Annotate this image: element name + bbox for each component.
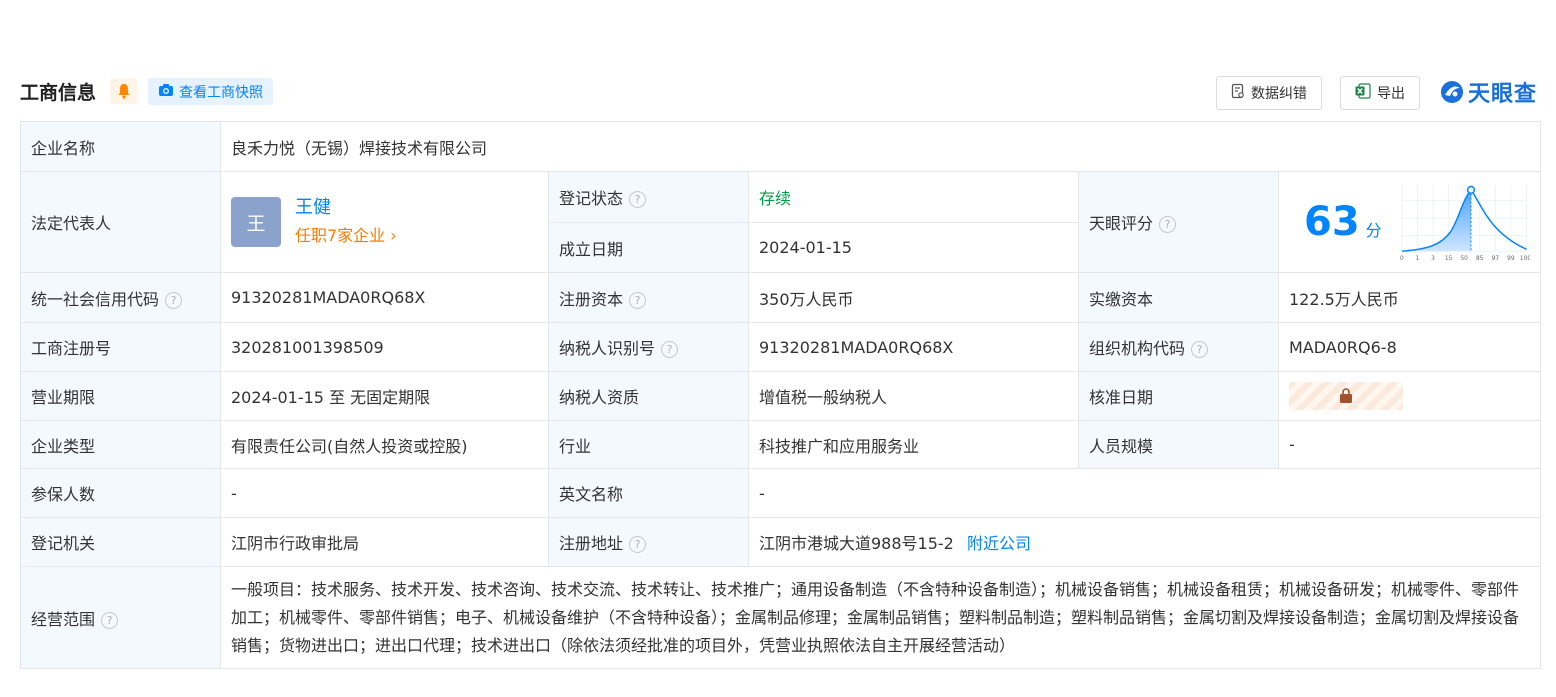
term-value: 2024-01-15 至 无固定期限 — [220, 371, 549, 421]
credit-code-label: 统一社会信用代码? — [20, 272, 221, 323]
help-icon[interactable]: ? — [629, 536, 647, 553]
avatar: 王 — [231, 197, 281, 247]
section-title: 工商信息 — [20, 82, 97, 104]
biz-scope-value: 一般项目：技术服务、技术开发、技术咨询、技术交流、技术转让、技术推广；通用设备制… — [219, 566, 1542, 669]
chart-tick: 3 — [1431, 256, 1435, 262]
taxpayer-qual-value: 增值税一般纳税人 — [748, 371, 1079, 421]
company-name-value: 良禾力悦（无锡）焊接技术有限公司 — [219, 121, 1542, 172]
table-row: 参保人数 - 英文名称 - — [20, 468, 1542, 518]
english-name-label: 英文名称 — [548, 468, 749, 518]
lock-icon — [1340, 388, 1352, 403]
business-info-table: 企业名称 良禾力悦（无锡）焊接技术有限公司 法定代表人 王 王健 任职7家企业 … — [20, 121, 1542, 669]
insured-value: - — [220, 468, 549, 518]
legal-rep-positions-link[interactable]: 任职7家企业 › — [295, 222, 397, 250]
company-type-value: 有限责任公司(自然人投资或控股) — [220, 420, 549, 469]
chart-tick: 99 — [1507, 256, 1515, 262]
credit-code-value: 91320281MADA0RQ68X — [220, 272, 549, 323]
logo-text: 天眼查 — [1468, 82, 1538, 107]
org-code-label: 组织机构代码? — [1078, 322, 1279, 372]
chart-tick: 97 — [1491, 256, 1499, 262]
section-header: 工商信息 查看工商快照 数据纠错 导出 天眼查 — [20, 76, 1540, 110]
data-correction-label: 数据纠错 — [1251, 86, 1307, 102]
table-row: 法定代表人 王 王健 任职7家企业 › 登记状态? 存续 天眼评分? 63 分 — [20, 171, 1542, 273]
legal-rep-cell: 王 王健 任职7家企业 › — [220, 171, 549, 273]
reg-address-label: 注册地址? — [548, 517, 749, 567]
help-icon[interactable]: ? — [661, 341, 679, 358]
help-icon[interactable]: ? — [101, 611, 119, 629]
biz-scope-label: 经营范围? — [20, 566, 221, 669]
bell-icon[interactable] — [110, 78, 137, 104]
approval-date-cell — [1277, 371, 1542, 421]
company-type-label: 企业类型 — [20, 420, 221, 469]
biz-reg-no-label: 工商注册号 — [20, 322, 221, 372]
chart-tick: 85 — [1476, 256, 1484, 262]
excel-icon — [1355, 83, 1371, 103]
table-row: 经营范围? 一般项目：技术服务、技术开发、技术咨询、技术交流、技术转让、技术推广… — [20, 566, 1542, 669]
logo-icon — [1441, 81, 1463, 103]
help-icon[interactable]: ? — [629, 291, 647, 309]
help-icon[interactable]: ? — [1191, 341, 1209, 358]
help-icon[interactable]: ? — [165, 291, 183, 309]
score-marker — [1466, 185, 1475, 195]
export-label: 导出 — [1377, 86, 1405, 102]
paid-capital-value: 122.5万人民币 — [1277, 272, 1542, 323]
founded-label: 成立日期 — [548, 222, 749, 273]
industry-label: 行业 — [548, 420, 749, 469]
founded-value: 2024-01-15 — [748, 222, 1079, 273]
table-row: 登记机关 江阴市行政审批局 注册地址? 江阴市港城大道988号15-2 附近公司 — [20, 517, 1542, 567]
view-snapshot-button[interactable]: 查看工商快照 — [148, 78, 273, 105]
view-snapshot-label: 查看工商快照 — [179, 84, 263, 101]
table-row: 企业类型 有限责任公司(自然人投资或控股) 行业 科技推广和应用服务业 人员规模… — [20, 420, 1542, 469]
paid-capital-label: 实缴资本 — [1078, 272, 1279, 323]
reg-authority-value: 江阴市行政审批局 — [220, 517, 549, 567]
table-row: 营业期限 2024-01-15 至 无固定期限 纳税人资质 增值税一般纳税人 核… — [20, 371, 1542, 421]
table-row: 企业名称 良禾力悦（无锡）焊接技术有限公司 — [20, 121, 1542, 172]
data-correction-button[interactable]: 数据纠错 — [1216, 76, 1322, 110]
staff-size-value: - — [1277, 420, 1542, 469]
score-label: 天眼评分? — [1078, 171, 1279, 273]
chart-tick: 50 — [1460, 256, 1468, 262]
biz-reg-no-value: 320281001398509 — [220, 322, 549, 372]
reg-authority-label: 登记机关 — [20, 517, 221, 567]
help-icon[interactable]: ? — [1159, 216, 1177, 233]
chart-tick: 0 — [1400, 256, 1404, 262]
reg-address-value: 江阴市港城大道988号15-2 — [759, 534, 954, 553]
table-row: 统一社会信用代码? 91320281MADA0RQ68X 注册资本? 350万人… — [20, 272, 1542, 323]
chart-tick: 100 — [1520, 256, 1530, 262]
org-code-value: MADA0RQ6-8 — [1277, 322, 1542, 372]
locked-value[interactable] — [1289, 382, 1403, 410]
industry-value: 科技推广和应用服务业 — [748, 420, 1079, 469]
approval-date-label: 核准日期 — [1078, 371, 1279, 421]
score-unit: 分 — [1365, 221, 1382, 240]
reg-status-value: 存续 — [748, 171, 1079, 223]
insured-label: 参保人数 — [20, 468, 221, 518]
staff-size-label: 人员规模 — [1078, 420, 1279, 469]
legal-rep-label: 法定代表人 — [20, 171, 221, 273]
tianyancha-logo: 天眼查 — [1439, 76, 1537, 108]
reg-capital-label: 注册资本? — [548, 272, 749, 323]
reg-address-cell: 江阴市港城大道988号15-2 附近公司 — [747, 517, 1542, 567]
english-name-value: - — [747, 468, 1542, 518]
nearby-companies-link[interactable]: 附近公司 — [967, 534, 1031, 553]
document-edit-icon — [1231, 83, 1245, 103]
chart-tick: 1 — [1415, 256, 1419, 262]
score-number: 63 — [1304, 199, 1360, 245]
score-distribution-chart: 0 1 3 15 50 85 97 99 100 — [1400, 185, 1530, 262]
camera-icon — [158, 83, 174, 101]
help-icon[interactable]: ? — [629, 191, 647, 208]
table-row: 工商注册号 320281001398509 纳税人识别号? 91320281MA… — [20, 322, 1542, 372]
export-button[interactable]: 导出 — [1340, 76, 1420, 110]
reg-capital-value: 350万人民币 — [748, 272, 1079, 323]
taxpayer-id-label: 纳税人识别号? — [548, 322, 749, 372]
legal-rep-name-link[interactable]: 王健 — [295, 194, 397, 222]
term-label: 营业期限 — [20, 371, 221, 421]
reg-status-label: 登记状态? — [548, 171, 749, 223]
chart-tick: 15 — [1445, 256, 1453, 262]
score-cell[interactable]: 63 分 0 1 3 15 50 85 97 99 100 — [1277, 171, 1542, 273]
company-name-label: 企业名称 — [20, 121, 221, 172]
taxpayer-id-value: 91320281MADA0RQ68X — [748, 322, 1079, 372]
taxpayer-qual-label: 纳税人资质 — [548, 371, 749, 421]
